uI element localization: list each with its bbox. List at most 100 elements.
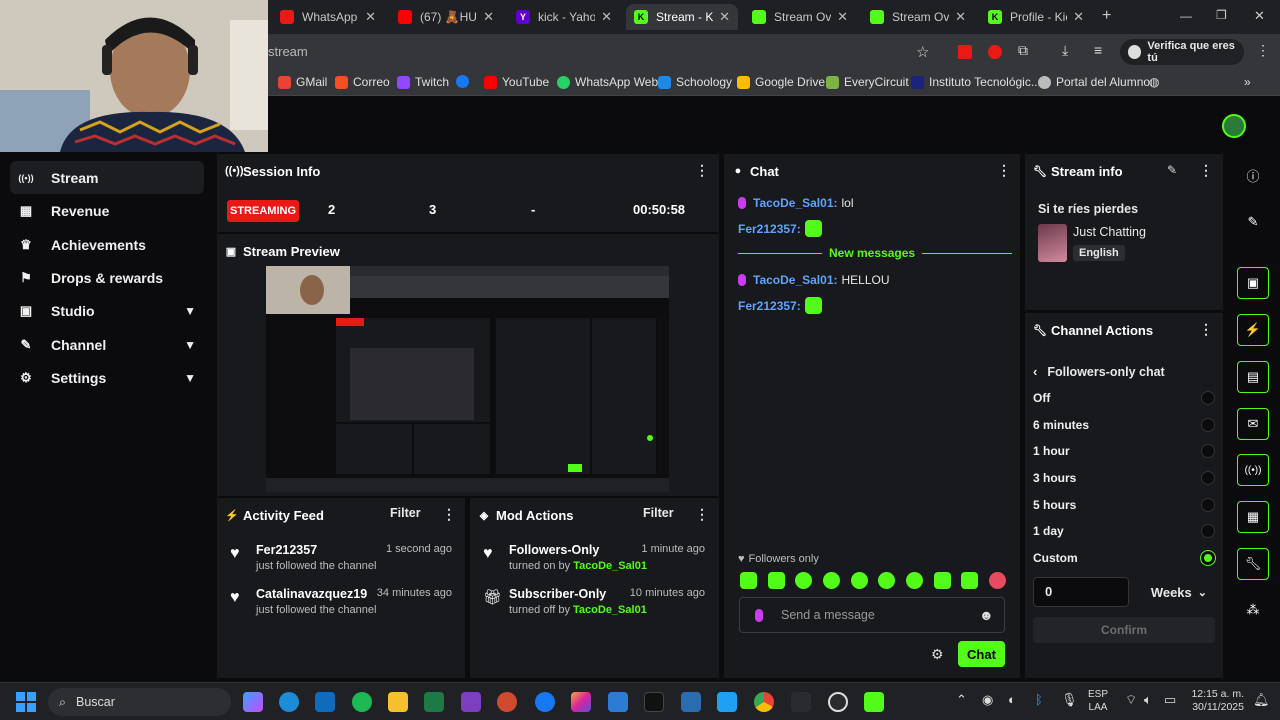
moderator-name[interactable]: TacoDe_Sal01 — [573, 560, 647, 572]
filter-button[interactable]: Filter — [390, 506, 421, 520]
lightning-icon[interactable]: ⚡ — [1237, 314, 1269, 346]
tab-whatsapp[interactable]: WhatsApp ✕ — [272, 4, 384, 30]
kebab-menu-icon[interactable]: ⋮ — [997, 162, 1011, 179]
battery-icon[interactable]: ▭ — [1164, 692, 1176, 708]
kick-app-icon[interactable] — [864, 692, 884, 712]
sidebar-item-drops-rewards[interactable]: ⚑ Drops & rewards — [10, 261, 204, 294]
onenote-icon[interactable] — [461, 692, 481, 712]
obs-icon[interactable] — [828, 692, 848, 712]
edge-icon[interactable] — [279, 692, 299, 712]
kebab-menu-icon[interactable]: ⋮ — [695, 506, 709, 523]
close-icon[interactable]: ✕ — [719, 9, 730, 25]
sidebar-item-stream[interactable]: ((•)) Stream — [10, 161, 204, 194]
bookmark-correo[interactable]: Correo — [335, 75, 390, 89]
moderator-name[interactable]: TacoDe_Sal01 — [573, 604, 647, 616]
facebook-icon[interactable] — [535, 692, 555, 712]
duration-unit-select[interactable]: Weeks ⌄ — [1139, 577, 1215, 607]
powerpoint-icon[interactable] — [497, 692, 517, 712]
tray-app-icon[interactable]: ◉ — [982, 692, 993, 708]
chat-bubble-icon[interactable]: ✉ — [1237, 408, 1269, 440]
tab-profile-kick[interactable]: K Profile - Kick ✕ — [980, 4, 1092, 30]
radio-button-selected[interactable] — [1201, 551, 1215, 565]
bookmark-whatsapp-web[interactable]: WhatsApp Web — [557, 75, 658, 89]
more-bookmarks-icon[interactable]: » — [1244, 75, 1251, 89]
radio-button[interactable] — [1201, 524, 1215, 538]
send-chat-button[interactable]: Chat — [958, 641, 1005, 667]
radio-button[interactable] — [1201, 391, 1215, 405]
info-icon[interactable]: ⓘ — [1237, 159, 1269, 191]
share-icon[interactable]: ⁂ — [1237, 594, 1269, 626]
chat-username[interactable]: TacoDe_Sal01: — [753, 273, 838, 287]
media-control-icon[interactable]: ≡ — [1094, 42, 1102, 58]
profile-verify-button[interactable]: Verifica que eres tú — [1120, 39, 1244, 65]
duration-option[interactable]: 6 minutes — [1033, 415, 1217, 435]
record-extension-icon[interactable] — [988, 45, 1002, 59]
chat-username[interactable]: TacoDe_Sal01: — [753, 196, 838, 210]
emote-icon[interactable] — [905, 572, 923, 589]
bookmark-instituto[interactable]: Instituto Tecnológic... — [911, 75, 1041, 89]
tab-stream-overlay-2[interactable]: Stream Overl ✕ — [862, 4, 974, 30]
edit-icon[interactable]: ✎ — [1167, 163, 1177, 177]
close-icon[interactable]: ✕ — [955, 9, 966, 25]
tab-stream-overlay-1[interactable]: Stream Overl ✕ — [744, 4, 856, 30]
bookmark-youtube[interactable]: YouTube — [484, 75, 549, 89]
bookmark-schoology[interactable]: Schoology — [658, 75, 732, 89]
radio-button[interactable] — [1201, 498, 1215, 512]
instagram-icon[interactable] — [571, 692, 591, 712]
maximize-button[interactable]: ❐ — [1216, 8, 1227, 22]
close-icon[interactable]: ✕ — [837, 9, 848, 25]
microphone-icon[interactable]: 🎙︎ — [1061, 692, 1078, 708]
close-icon[interactable]: ✕ — [601, 9, 612, 25]
emote-icon[interactable] — [988, 572, 1006, 589]
emote-icon[interactable] — [767, 572, 785, 589]
custom-duration-input[interactable]: 0 — [1033, 577, 1129, 607]
sidebar-item-achievements[interactable]: ♛ Achievements — [10, 228, 204, 261]
notes-icon[interactable]: ▤ — [1237, 361, 1269, 393]
duration-option[interactable]: 1 day — [1033, 521, 1217, 541]
outlook-icon[interactable] — [315, 692, 335, 712]
bookmark-portal-alumno[interactable]: Portal del Alumno — [1038, 75, 1150, 89]
chat-username[interactable]: Fer212357: — [738, 222, 801, 236]
close-icon[interactable]: ✕ — [483, 9, 494, 25]
wifi-icon[interactable]: ⌔ — [1125, 692, 1137, 708]
twitter-icon[interactable] — [717, 692, 737, 712]
bluetooth-icon[interactable]: ᛒ — [1035, 692, 1043, 707]
duration-option[interactable]: 5 hours — [1033, 495, 1217, 515]
close-window-button[interactable]: ✕ — [1254, 8, 1265, 24]
video-icon[interactable]: ▦ — [1237, 501, 1269, 533]
stream-category[interactable]: Just Chatting — [1073, 225, 1146, 239]
close-icon[interactable]: ✕ — [1073, 9, 1084, 25]
extension-icon[interactable] — [958, 45, 972, 59]
emote-icon[interactable] — [850, 572, 868, 589]
sidebar-item-settings[interactable]: ⚙ Settings ▼ — [10, 361, 204, 394]
kebab-menu-icon[interactable]: ⋮ — [1199, 162, 1213, 179]
emoji-icon[interactable]: ☻ — [979, 607, 994, 623]
bookmark-gmail[interactable]: GMail — [278, 75, 327, 89]
bookmark-google-drive[interactable]: Google Drive — [737, 75, 825, 89]
spotify-icon[interactable] — [352, 692, 372, 712]
tab-yahoo[interactable]: Y kick - Yahoo ✕ — [508, 4, 620, 30]
vscode-icon[interactable] — [608, 692, 628, 712]
chat-settings-gear-icon[interactable]: ⚙ — [931, 646, 944, 663]
bookmark-facebook[interactable] — [456, 75, 474, 88]
duration-option[interactable]: 1 hour — [1033, 441, 1217, 461]
download-icon[interactable]: ⤓ — [1062, 42, 1068, 59]
browser-menu-icon[interactable]: ⋮ — [1256, 42, 1270, 59]
radio-button[interactable] — [1201, 418, 1215, 432]
filter-button[interactable]: Filter — [643, 506, 674, 520]
emote-icon[interactable] — [933, 572, 951, 589]
chrome-icon[interactable] — [754, 692, 774, 712]
tiktok-icon[interactable] — [644, 692, 664, 712]
app-icon[interactable] — [681, 692, 701, 712]
url-field[interactable]: stream — [268, 40, 948, 64]
bookmark-star-icon[interactable]: ☆ — [916, 43, 929, 61]
cursor-app-icon[interactable] — [791, 692, 811, 712]
copilot-icon[interactable] — [243, 692, 263, 712]
volume-icon[interactable]: 🔈︎ — [1144, 692, 1152, 708]
sidebar-item-revenue[interactable]: ▦ Revenue — [10, 194, 204, 227]
back-to-actions[interactable]: ‹ Followers-only chat — [1033, 364, 1165, 379]
kebab-menu-icon[interactable]: ⋮ — [695, 162, 709, 179]
bookmark-twitch[interactable]: Twitch — [397, 75, 449, 89]
language-indicator[interactable]: ESP LAA — [1088, 688, 1108, 714]
globe-icon[interactable]: ◍ — [1149, 75, 1159, 89]
